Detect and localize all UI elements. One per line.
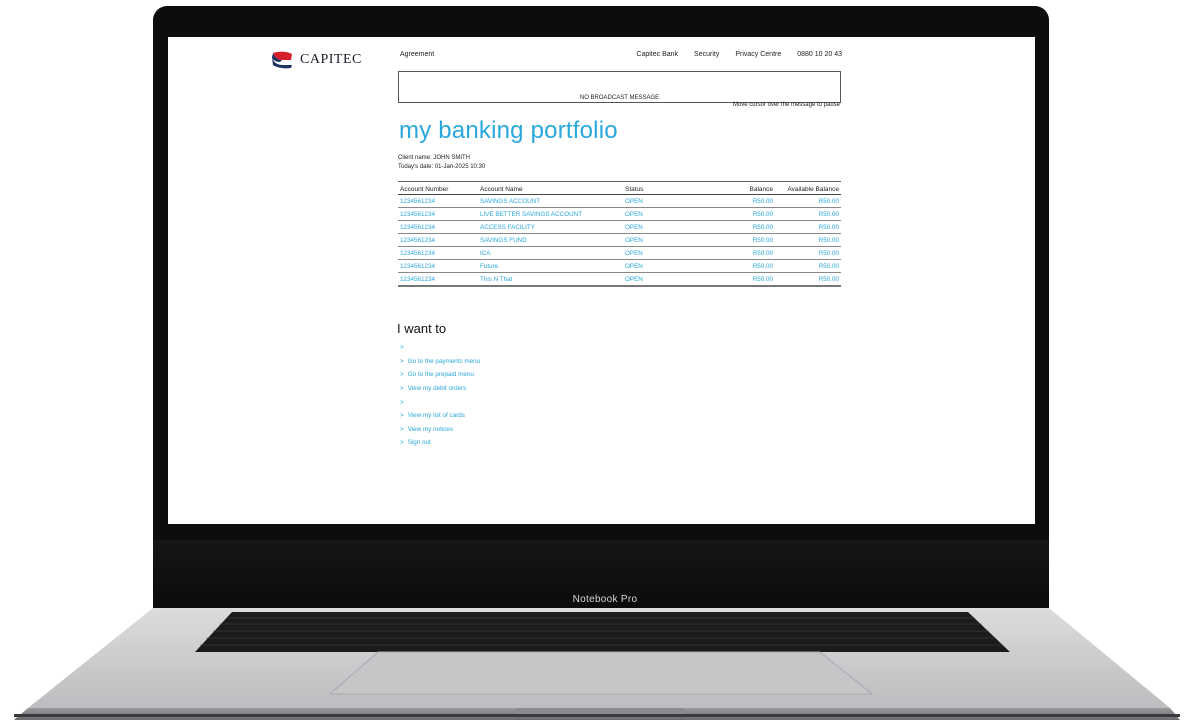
menu-item-label[interactable]: Go to the payments menu (408, 358, 480, 365)
menu-item-cards[interactable]: > View my list of cards (400, 409, 480, 423)
table-row[interactable]: 1234561234 SAVINGS FUND OPEN R50.00 R50.… (398, 234, 841, 247)
menu-item-prepaid[interactable]: > Go to the prepaid menu (400, 368, 480, 382)
nav-phone-number: 0880 10 20 43 (797, 51, 842, 58)
account-name[interactable]: This N That (480, 276, 625, 283)
menu-item-label[interactable]: View my list of cards (408, 412, 465, 419)
account-name[interactable]: LIVE BETTER SAVINGS ACCOUNT (480, 211, 625, 218)
account-status[interactable]: OPEN (625, 276, 725, 283)
account-available-balance[interactable]: R50.00 (773, 198, 841, 205)
chevron-right-icon: > (400, 425, 404, 433)
chevron-right-icon: > (400, 439, 404, 447)
account-balance[interactable]: R50.00 (725, 263, 773, 270)
account-number[interactable]: 1234561234 (398, 263, 480, 270)
nav-capitec-bank-link[interactable]: Capitec Bank (636, 51, 678, 58)
table-row[interactable]: 1234561234 This N That OPEN R50.00 R50.0… (398, 273, 841, 287)
client-name: Client name: JOHN SMITH (398, 155, 471, 161)
header-available-balance: Available Balance (787, 186, 839, 193)
todays-date: Today's date: 01-Jan-2025 10:30 (398, 164, 486, 170)
table-row[interactable]: 1234561234 ACCESS FACILITY OPEN R50.00 R… (398, 221, 841, 234)
chevron-right-icon: > (400, 371, 404, 379)
logo-text: CAPITEC (300, 52, 362, 67)
account-balance[interactable]: R50.00 (725, 224, 773, 231)
menu-item[interactable]: > (400, 395, 480, 409)
chevron-right-icon: > (400, 344, 404, 352)
account-available-balance[interactable]: R50.00 (773, 237, 841, 244)
broadcast-message-box[interactable]: NO BROADCAST MESSAGE (398, 71, 841, 103)
account-name[interactable]: ACCESS FACILITY (480, 224, 625, 231)
account-available-balance[interactable]: R50.00 (773, 263, 841, 270)
laptop-screen: CAPITEC Agreement Capitec Bank Security … (168, 37, 1035, 524)
menu-item-debit-orders[interactable]: > View my debit orders (400, 382, 480, 396)
menu-item-notices[interactable]: > View my notices (400, 423, 480, 437)
menu-item[interactable]: > (400, 341, 480, 355)
account-name[interactable]: Future (480, 263, 625, 270)
account-status[interactable]: OPEN (625, 250, 725, 257)
chevron-right-icon: > (400, 398, 404, 406)
account-number[interactable]: 1234561234 (398, 224, 480, 231)
nav-privacy-centre-link[interactable]: Privacy Centre (735, 51, 781, 58)
account-number[interactable]: 1234561234 (398, 276, 480, 283)
account-number[interactable]: 1234561234 (398, 211, 480, 218)
header-account-name: Account Name (480, 186, 523, 193)
broadcast-message-text: NO BROADCAST MESSAGE (579, 95, 660, 101)
broadcast-hint: Move cursor over the message to pause (732, 102, 840, 108)
menu-item-label[interactable]: Sign out (408, 439, 431, 446)
menu-item-sign-out[interactable]: > Sign out (400, 436, 480, 450)
account-available-balance[interactable]: R50.00 (773, 250, 841, 257)
account-status[interactable]: OPEN (625, 237, 725, 244)
top-nav: Capitec Bank Security Privacy Centre 088… (636, 51, 842, 58)
table-row[interactable]: 1234561234 LIVE BETTER SAVINGS ACCOUNT O… (398, 208, 841, 221)
account-available-balance[interactable]: R50.00 (773, 211, 841, 218)
account-number[interactable]: 1234561234 (398, 198, 480, 205)
account-status[interactable]: OPEN (625, 211, 725, 218)
chevron-right-icon: > (400, 385, 404, 393)
accounts-table: Account Number Account Name Status Balan… (398, 181, 841, 287)
page-title: my banking portfolio (399, 117, 618, 144)
menu-item-label[interactable]: View my notices (408, 426, 453, 433)
table-row[interactable]: 1234561234 Future OPEN R50.00 R50.00 (398, 260, 841, 273)
account-number[interactable]: 1234561234 (398, 250, 480, 257)
account-available-balance[interactable]: R50.00 (773, 276, 841, 283)
nav-agreement-link[interactable]: Agreement (400, 51, 434, 58)
capitec-logo[interactable]: CAPITEC (270, 50, 362, 70)
account-number[interactable]: 1234561234 (398, 237, 480, 244)
account-balance[interactable]: R50.00 (725, 198, 773, 205)
chevron-right-icon: > (400, 357, 404, 365)
header-status: Status (625, 186, 644, 193)
client-info: Client name: JOHN SMITH Today's date: 01… (398, 154, 485, 172)
account-name[interactable]: ICA (480, 250, 625, 257)
laptop-base (0, 608, 1194, 722)
account-balance[interactable]: R50.00 (725, 237, 773, 244)
i-want-to-menu: > > Go to the payments menu > Go to the … (400, 341, 480, 450)
account-balance[interactable]: R50.00 (725, 250, 773, 257)
nav-security-link[interactable]: Security (694, 51, 719, 58)
account-name[interactable]: SAVINGS ACCOUNT (480, 198, 625, 205)
table-header: Account Number Account Name Status Balan… (398, 181, 841, 195)
account-available-balance[interactable]: R50.00 (773, 224, 841, 231)
table-row[interactable]: 1234561234 ICA OPEN R50.00 R50.00 (398, 247, 841, 260)
account-status[interactable]: OPEN (625, 224, 725, 231)
account-balance[interactable]: R50.00 (725, 276, 773, 283)
menu-item-label[interactable]: Go to the prepaid menu (408, 371, 474, 378)
header-account-number: Account Number (400, 186, 449, 193)
account-balance[interactable]: R50.00 (725, 211, 773, 218)
i-want-to-heading: I want to (397, 321, 447, 336)
menu-item-payments[interactable]: > Go to the payments menu (400, 355, 480, 369)
menu-item-label[interactable]: View my debit orders (408, 385, 467, 392)
account-name[interactable]: SAVINGS FUND (480, 237, 625, 244)
account-status[interactable]: OPEN (625, 198, 725, 205)
laptop-brand-label: Notebook Pro (572, 594, 638, 605)
header-balance: Balance (749, 186, 774, 193)
capitec-logo-icon (272, 51, 292, 69)
account-status[interactable]: OPEN (625, 263, 725, 270)
table-row[interactable]: 1234561234 SAVINGS ACCOUNT OPEN R50.00 R… (398, 195, 841, 208)
chevron-right-icon: > (400, 412, 404, 420)
